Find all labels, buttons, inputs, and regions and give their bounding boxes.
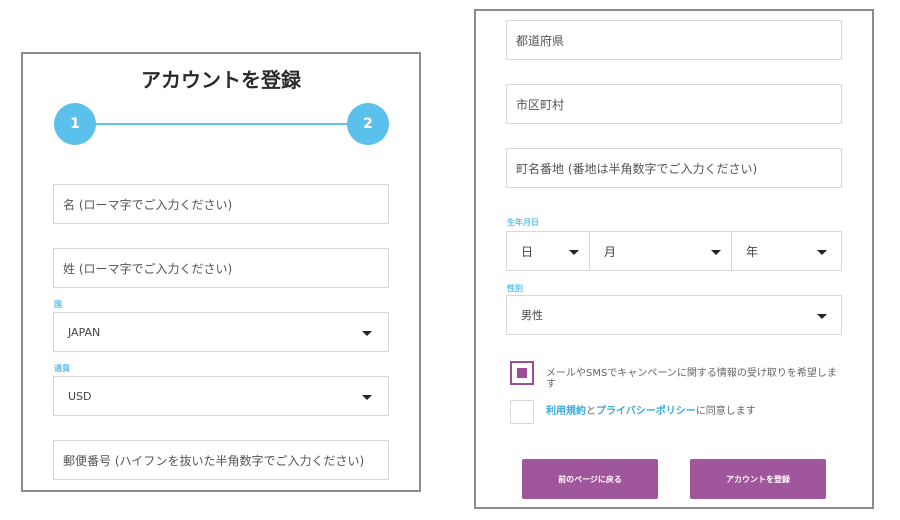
last-name-field[interactable]: 姓 (ローマ字でご入力ください): [53, 248, 389, 288]
marketing-consent-checkbox[interactable]: [510, 361, 534, 385]
currency-value: USD: [68, 389, 92, 403]
country-select[interactable]: JAPAN: [53, 312, 389, 352]
registration-step-panel: アカウントを登録 1 2 名 (ローマ字でご入力ください) 姓 (ローマ字でご入…: [21, 52, 421, 492]
chevron-down-icon: [711, 250, 721, 255]
step-2-indicator: 2: [347, 103, 389, 145]
terms-consent-text: 利用規約とプライバシーポリシーに同意します: [546, 406, 838, 417]
checkbox-checked-icon: [517, 368, 527, 378]
street-address-field[interactable]: 町名番地 (番地は半角数字でご入力ください): [506, 148, 842, 188]
date-of-birth-row: 日 月 年: [506, 231, 842, 271]
step-1-indicator: 1: [54, 103, 96, 145]
chevron-down-icon: [817, 250, 827, 255]
chevron-down-icon: [362, 395, 372, 400]
page-title: アカウントを登録: [141, 68, 301, 92]
marketing-consent-text: メールやSMSでキャンペーンに関する情報の受け取りを希望します: [546, 368, 837, 390]
terms-consent-checkbox[interactable]: [510, 400, 534, 424]
back-button[interactable]: 前のページに戻る: [522, 459, 658, 499]
postal-code-placeholder: 郵便番号 (ハイフンを抜いた半角数字でご入力ください): [63, 453, 365, 468]
city-placeholder: 市区町村: [516, 97, 565, 112]
dob-year-select[interactable]: 年: [732, 232, 841, 270]
dob-year-value: 年: [746, 244, 759, 259]
country-value: JAPAN: [68, 325, 101, 339]
dob-month-value: 月: [604, 244, 617, 259]
gender-label: 性別: [507, 284, 523, 293]
dob-day-value: 日: [521, 244, 534, 259]
postal-code-field[interactable]: 郵便番号 (ハイフンを抜いた半角数字でご入力ください): [53, 440, 389, 480]
dob-day-select[interactable]: 日: [507, 232, 589, 270]
first-name-placeholder: 名 (ローマ字でご入力ください): [63, 197, 233, 212]
currency-label: 通貨: [54, 364, 70, 373]
registration-details-panel: 都道府県 市区町村 町名番地 (番地は半角数字でご入力ください) 生年月日 日 …: [474, 9, 874, 509]
chevron-down-icon: [817, 314, 827, 319]
street-address-placeholder: 町名番地 (番地は半角数字でご入力ください): [516, 161, 758, 176]
date-of-birth-label: 生年月日: [507, 218, 539, 227]
currency-select[interactable]: USD: [53, 376, 389, 416]
city-field[interactable]: 市区町村: [506, 84, 842, 124]
terms-and-text: と: [586, 406, 596, 417]
register-button[interactable]: アカウントを登録: [690, 459, 826, 499]
country-label: 国: [54, 300, 62, 309]
prefecture-placeholder: 都道府県: [516, 33, 565, 48]
first-name-field[interactable]: 名 (ローマ字でご入力ください): [53, 184, 389, 224]
gender-value: 男性: [521, 309, 543, 322]
terms-link[interactable]: 利用規約: [546, 406, 586, 417]
last-name-placeholder: 姓 (ローマ字でご入力ください): [63, 261, 233, 276]
chevron-down-icon: [362, 331, 372, 336]
privacy-policy-link[interactable]: プライバシーポリシー: [596, 406, 696, 417]
dob-month-select[interactable]: 月: [590, 232, 731, 270]
terms-suffix-text: に同意します: [695, 406, 756, 417]
stepper-line: [83, 123, 359, 125]
chevron-down-icon: [569, 250, 579, 255]
prefecture-field[interactable]: 都道府県: [506, 20, 842, 60]
gender-select[interactable]: 男性: [506, 295, 842, 335]
